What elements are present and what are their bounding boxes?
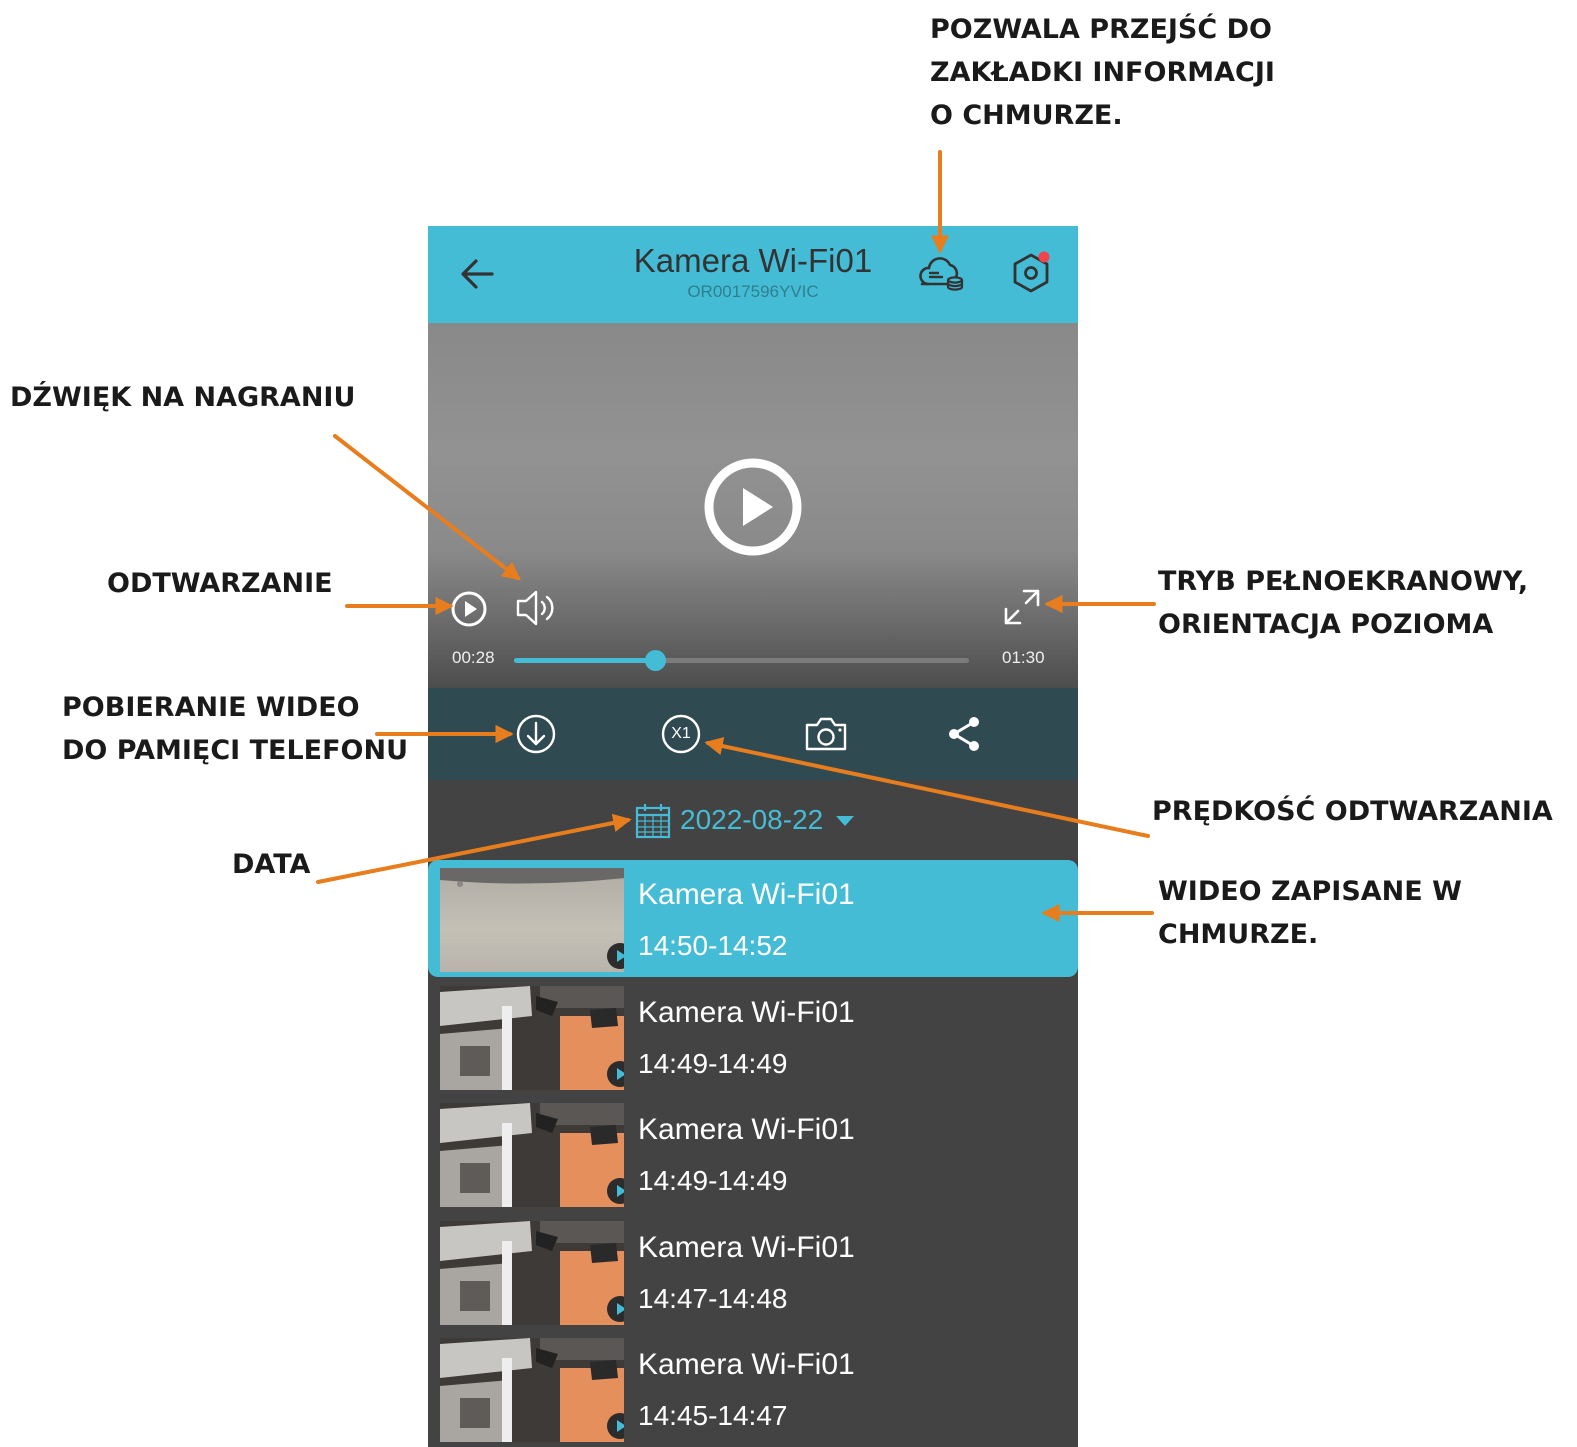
recording-thumbnail: [440, 1220, 624, 1325]
volume-icon[interactable]: [514, 588, 558, 628]
annotation-cloud-videos: WIDEO ZAPISANE W CHMURZE.: [1158, 876, 1462, 950]
play-badge-icon: [607, 1178, 624, 1204]
player-toolbar: X1: [428, 688, 1078, 780]
recording-thumbnail: [440, 868, 624, 972]
annotation-download: POBIERANIE WIDEO DO PAMIĘCI TELEFONU: [62, 692, 409, 766]
notification-dot: [1038, 251, 1050, 263]
share-icon[interactable]: [946, 712, 982, 756]
recording-time-range: 14:47-14:48: [638, 1282, 788, 1314]
play-badge-icon: [607, 1413, 624, 1439]
recording-time-range: 14:49-14:49: [638, 1047, 788, 1079]
phone-screen: Kamera Wi-Fi01 OR0017596YVIC 00:28 01:30…: [428, 226, 1078, 1447]
annotation-fullscreen: TRYB PEŁNOEKRANOWY, ORIENTACJA POZIOMA: [1158, 566, 1529, 640]
calendar-icon: [635, 804, 671, 839]
play-overlay-icon[interactable]: [703, 457, 803, 557]
playback-speed-button[interactable]: X1: [659, 712, 703, 756]
recording-item[interactable]: Kamera Wi-Fi01 14:45-14:47: [428, 1330, 1078, 1447]
progress-fill: [514, 658, 656, 663]
recording-camera-name: Kamera Wi-Fi01: [638, 1230, 855, 1264]
annotation-speed: PRĘDKOŚĆ ODTWARZANIA: [1152, 796, 1553, 827]
play-badge-icon: [607, 1295, 624, 1322]
selected-date: 2022-08-22: [680, 804, 824, 835]
play-badge-icon: [607, 1060, 624, 1087]
recording-time-range: 14:45-14:47: [638, 1400, 788, 1431]
recording-item[interactable]: Kamera Wi-Fi01 14:47-14:48: [428, 1213, 1078, 1330]
camera-icon[interactable]: [802, 712, 850, 756]
recording-thumbnail: [440, 1103, 624, 1207]
video-player[interactable]: 00:28 01:30: [428, 323, 1078, 688]
recording-camera-name: Kamera Wi-Fi01: [638, 1348, 855, 1381]
download-icon[interactable]: [514, 712, 558, 756]
cloud-storage-icon[interactable]: [918, 253, 964, 293]
device-serial: OR0017596YVIC: [687, 282, 819, 301]
play-button-icon[interactable]: [450, 590, 488, 628]
recording-time-range: 14:50-14:52: [638, 930, 788, 961]
speed-label: X1: [671, 725, 691, 742]
annotation-date: DATA: [232, 849, 311, 880]
date-picker[interactable]: 2022-08-22: [428, 780, 1078, 862]
top-bar: Kamera Wi-Fi01 OR0017596YVIC: [428, 226, 1078, 323]
play-badge-icon: [607, 943, 624, 969]
recording-item[interactable]: Kamera Wi-Fi01 14:49-14:49: [428, 1095, 1078, 1212]
annotation-playback: ODTWARZANIE: [107, 568, 333, 599]
fullscreen-icon[interactable]: [1002, 587, 1042, 627]
recording-thumbnail: [440, 1338, 624, 1442]
recording-camera-name: Kamera Wi-Fi01: [638, 878, 855, 911]
page-title: Kamera Wi-Fi01: [633, 242, 873, 279]
recording-camera-name: Kamera Wi-Fi01: [638, 995, 855, 1029]
progress-slider[interactable]: [514, 650, 969, 671]
recording-camera-name: Kamera Wi-Fi01: [638, 1113, 855, 1146]
recording-time-range: 14:49-14:49: [638, 1165, 788, 1196]
recording-item[interactable]: Kamera Wi-Fi01 14:50-14:52: [428, 860, 1078, 977]
annotation-sound: DŹWIĘK NA NAGRANIU: [10, 382, 356, 413]
recording-item[interactable]: Kamera Wi-Fi01 14:49-14:49: [428, 978, 1078, 1095]
settings-icon[interactable]: [1006, 248, 1056, 298]
current-time: 00:28: [452, 648, 495, 667]
chevron-down-icon: [836, 816, 854, 826]
total-time: 01:30: [1002, 648, 1045, 667]
recording-thumbnail: [440, 985, 624, 1090]
progress-thumb[interactable]: [645, 650, 667, 671]
annotation-cloud-info: POZWALA PRZEJŚĆ DO ZAKŁADKI INFORMACJI O…: [930, 14, 1275, 131]
